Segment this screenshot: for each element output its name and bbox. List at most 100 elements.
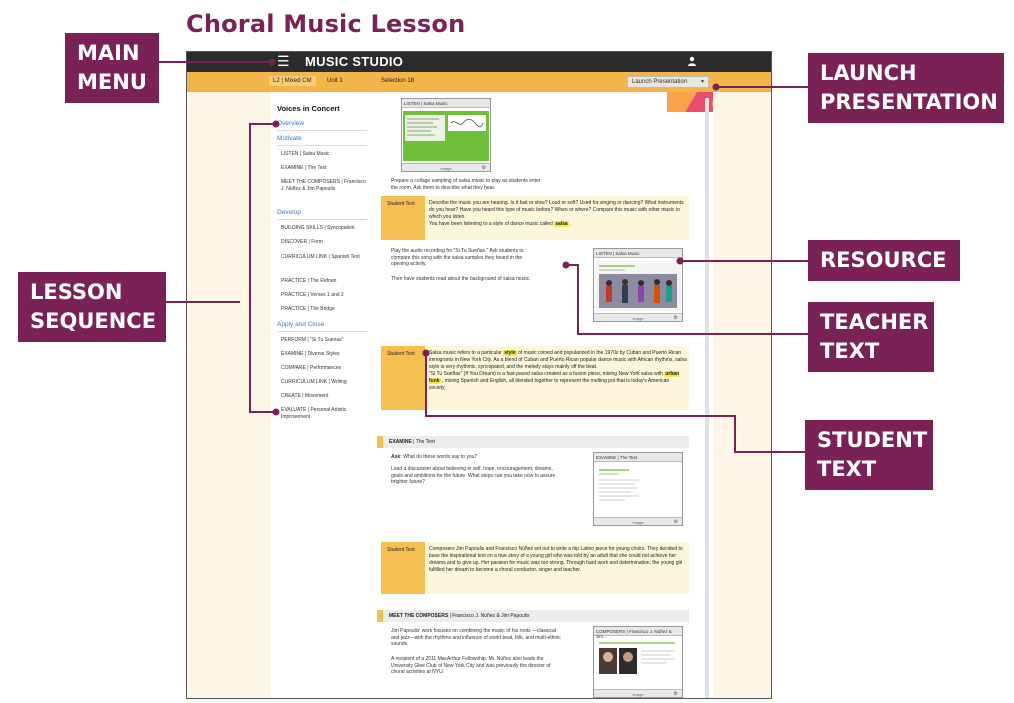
section-title: EXAMINE | The Text (389, 439, 435, 445)
section-header-examine[interactable]: EXAMINE | The Text (377, 436, 689, 448)
callout-line: MENU (77, 70, 147, 94)
sidebar-item-overview[interactable]: Overview (277, 120, 304, 127)
resource-type-label: Image (632, 520, 644, 525)
section-marker (377, 610, 383, 622)
salsa-dancers-image (595, 261, 681, 311)
teacher-text: Lead a discussion about believing in sel… (391, 466, 556, 485)
divider (277, 130, 367, 131)
resource-card-footer: Image ⚙ (594, 517, 682, 525)
listen-resource-image (403, 111, 489, 161)
breadcrumb-selection[interactable]: Selection 18 (377, 76, 418, 86)
callout-student-text: STUDENT TEXT (805, 420, 933, 490)
breadcrumb-level[interactable]: L2 | Mixed CM (269, 76, 316, 86)
lesson-content: LISTEN | Salsa Music Image ⚙ Prepare a c… (377, 92, 703, 698)
right-margin (713, 92, 771, 698)
sidebar-item[interactable]: EXAMINE | The Text (281, 165, 367, 172)
slide: Choral Music Lesson ☰ MUSIC STUDIO L2 | … (0, 0, 1014, 703)
callout-line: STUDENT (817, 428, 928, 452)
sidebar-item[interactable]: DISCOVER | Form (281, 239, 367, 246)
sidebar-section-develop[interactable]: Develop (277, 209, 301, 216)
sidebar-item[interactable]: PRACTICE | The Refrain (281, 278, 367, 285)
teacher-text: Jim Papoulis' work focuses on combining … (391, 628, 561, 647)
sidebar-item[interactable]: EVALUATE | Personal Artistic Improvement (281, 407, 367, 420)
student-text-tab: Student Text (381, 346, 425, 410)
glossary-term-salsa[interactable]: salsa (554, 221, 569, 227)
chevron-down-icon: ▼ (700, 79, 705, 85)
resource-card-footer: Image ⚙ (594, 689, 682, 697)
callout-line: SEQUENCE (30, 309, 157, 333)
resource-card-footer: Image ⚙ (402, 163, 490, 171)
callout-line: MAIN (77, 41, 140, 65)
gear-icon[interactable]: ⚙ (482, 165, 486, 171)
sidebar-item[interactable]: CREATE | Movement (281, 393, 367, 400)
resource-type-label: Image (632, 316, 644, 321)
teacher-text: Play the audio recording for "Si Tu Sueñ… (391, 248, 524, 267)
paragraph-text: "Si Tu Sueñas" (If You Dream) is a fast-… (429, 371, 663, 377)
divider (277, 219, 367, 220)
student-text-label: Student Text (387, 351, 415, 357)
callout-line: RESOURCE (820, 248, 947, 272)
sidebar-item[interactable]: CURRICULUM LINK | Spanish Text (281, 254, 367, 261)
section-header-composers[interactable]: MEET THE COMPOSERS | Francisco J. Núñez … (377, 610, 689, 622)
composers-resource-card[interactable]: COMPOSERS | Francisco J. Núñez & Jim... … (593, 626, 683, 698)
listen-resource-card[interactable]: LISTEN | Salsa Music Image ⚙ (401, 98, 491, 172)
callout-line: TEACHER (820, 310, 929, 334)
breadcrumb-unit[interactable]: Unit 1 (323, 76, 347, 86)
breadcrumb-bar: L2 | Mixed CM Unit 1 Selection 18 Launch… (187, 72, 771, 112)
resource-type-label: Image (632, 692, 644, 697)
student-text-tab: Student Text (381, 542, 425, 594)
glossary-term-style[interactable]: style (503, 350, 517, 356)
launch-presentation-button[interactable]: Launch Presentation ▼ (627, 76, 709, 88)
resource-card-footer: Image ⚙ (594, 313, 682, 321)
sidebar-item[interactable]: PRACTICE | The Bridge (281, 306, 367, 313)
section-title-rest: | Francisco J. Núñez & Jim Papoulis (449, 613, 530, 619)
sidebar-item[interactable]: BUILDING SKILLS | Syncopation (281, 225, 367, 232)
resource-type-label: Image (440, 166, 452, 171)
ask-text: What do these words say to you? (403, 454, 478, 460)
callout-teacher-text: TEACHER TEXT (808, 302, 934, 372)
gear-icon[interactable]: ⚙ (674, 519, 678, 525)
sidebar-item[interactable]: PERFORM | "Si Tu Suenas" (281, 337, 367, 344)
resource-card-title: EXAMINE | The Text (594, 453, 682, 462)
callout-line: TEXT (820, 339, 880, 363)
section-title-rest: | The Text (413, 439, 435, 445)
top-bar: ☰ MUSIC STUDIO (187, 52, 771, 72)
scrollbar[interactable] (705, 98, 709, 698)
ask-label: Ask: (391, 454, 402, 460)
callout-line: PRESENTATION (820, 90, 998, 114)
sidebar-item[interactable]: LISTEN | Salsa Music (281, 151, 367, 158)
student-question: Describe the music you are hearing. Is i… (429, 200, 684, 220)
student-text-tab: Student Text (381, 196, 425, 240)
paragraph-text: Salsa music refers to a particular (429, 350, 502, 356)
examine-resource-card[interactable]: EXAMINE | The Text Image ⚙ (593, 452, 683, 526)
sidebar-item[interactable]: CURRICULUM LINK | Writing (281, 379, 367, 386)
resource-card-title: COMPOSERS | Francisco J. Núñez & Jim... (594, 627, 682, 639)
salsa-resource-card[interactable]: LISTEN | Salsa Music Image ⚙ (593, 248, 683, 322)
sidebar-section-apply[interactable]: Apply and Close (277, 321, 324, 328)
student-statement: You have been listening to a style of da… (429, 221, 687, 228)
user-icon[interactable] (687, 56, 697, 66)
callout-main-menu: MAIN MENU (65, 33, 159, 103)
sidebar-item[interactable]: MEET THE COMPOSERS | Francisco J. Núñez … (281, 179, 367, 192)
section-title-bold: EXAMINE (389, 439, 412, 445)
callout-line: TEXT (817, 457, 877, 481)
student-text-body: Composers Jim Papoulis and Francisco Núñ… (429, 546, 683, 573)
page-title: Choral Music Lesson (186, 10, 466, 38)
student-text-box: Student Text Salsa music refers to a par… (381, 346, 689, 410)
hamburger-menu-icon[interactable]: ☰ (277, 54, 290, 68)
student-text-body: Describe the music you are hearing. Is i… (429, 200, 687, 228)
callout-line: LESSON (30, 280, 123, 304)
left-margin (187, 92, 271, 698)
sidebar-item[interactable]: EXAMINE | Diverse Styles (281, 351, 367, 358)
sidebar-item[interactable]: COMPARE | Performances (281, 365, 367, 372)
composers-photo-image (595, 639, 681, 687)
gear-icon[interactable]: ⚙ (674, 691, 678, 697)
sidebar-item[interactable]: PRACTICE | Verses 1 and 2 (281, 292, 367, 299)
student-text-box: Student Text Composers Jim Papoulis and … (381, 542, 689, 594)
student-paragraph: Salsa music refers to a particular style… (429, 350, 687, 371)
sidebar-section-motivate[interactable]: Motivate (277, 135, 302, 142)
gear-icon[interactable]: ⚙ (674, 315, 678, 321)
resource-card-title: LISTEN | Salsa Music (402, 99, 490, 108)
student-paragraph: "Si Tu Sueñas" (If You Dream) is a fast-… (429, 371, 687, 392)
student-text-label: Student Text (387, 547, 415, 553)
